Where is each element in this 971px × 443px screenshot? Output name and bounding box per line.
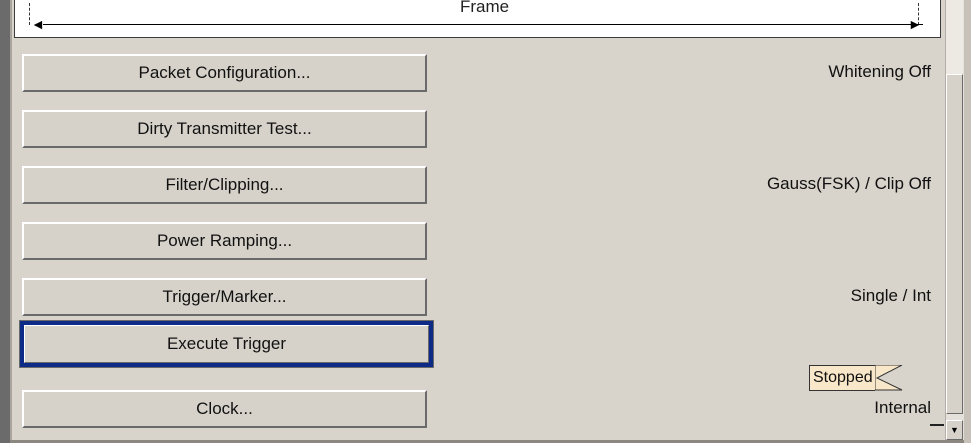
filter-clipping-button[interactable]: Filter/Clipping... (22, 166, 427, 204)
panel-right-edge (964, 0, 971, 443)
stopped-label: Stopped (809, 365, 875, 391)
whitening-status: Whitening Off (828, 62, 931, 81)
frame-label: Frame (460, 0, 510, 16)
filter-clipping-status: Gauss(FSK) / Clip Off (766, 174, 931, 193)
arrow-left-icon: ◄ (31, 16, 45, 32)
clock-button[interactable]: Clock... (22, 390, 427, 428)
frame-span-line (43, 24, 923, 25)
trigger-marker-button[interactable]: Trigger/Marker... (22, 278, 427, 316)
scroll-position-marker (930, 424, 944, 426)
clock-status: Internal (874, 398, 931, 417)
power-ramping-button[interactable]: Power Ramping... (22, 222, 427, 260)
scrollbar-thumb[interactable] (946, 74, 963, 414)
execute-trigger-button[interactable]: Execute Trigger (19, 320, 434, 368)
trigger-state-badge: Stopped (809, 364, 903, 392)
execute-trigger-label: Execute Trigger (24, 325, 429, 363)
scrollbar-track-top[interactable] (946, 0, 963, 74)
flag-tail-icon (874, 365, 902, 391)
trigger-marker-status: Single / Int (850, 286, 931, 305)
packet-configuration-button[interactable]: Packet Configuration... (22, 54, 427, 92)
panel-left-edge-highlight (10, 0, 12, 443)
scroll-down-arrow-icon[interactable]: ▼ (946, 420, 963, 440)
arrow-right-icon: ► (908, 16, 922, 32)
panel-left-edge (0, 0, 10, 443)
frame-diagram: Frame ◄ ► (14, 0, 941, 38)
dirty-transmitter-test-button[interactable]: Dirty Transmitter Test... (22, 110, 427, 148)
